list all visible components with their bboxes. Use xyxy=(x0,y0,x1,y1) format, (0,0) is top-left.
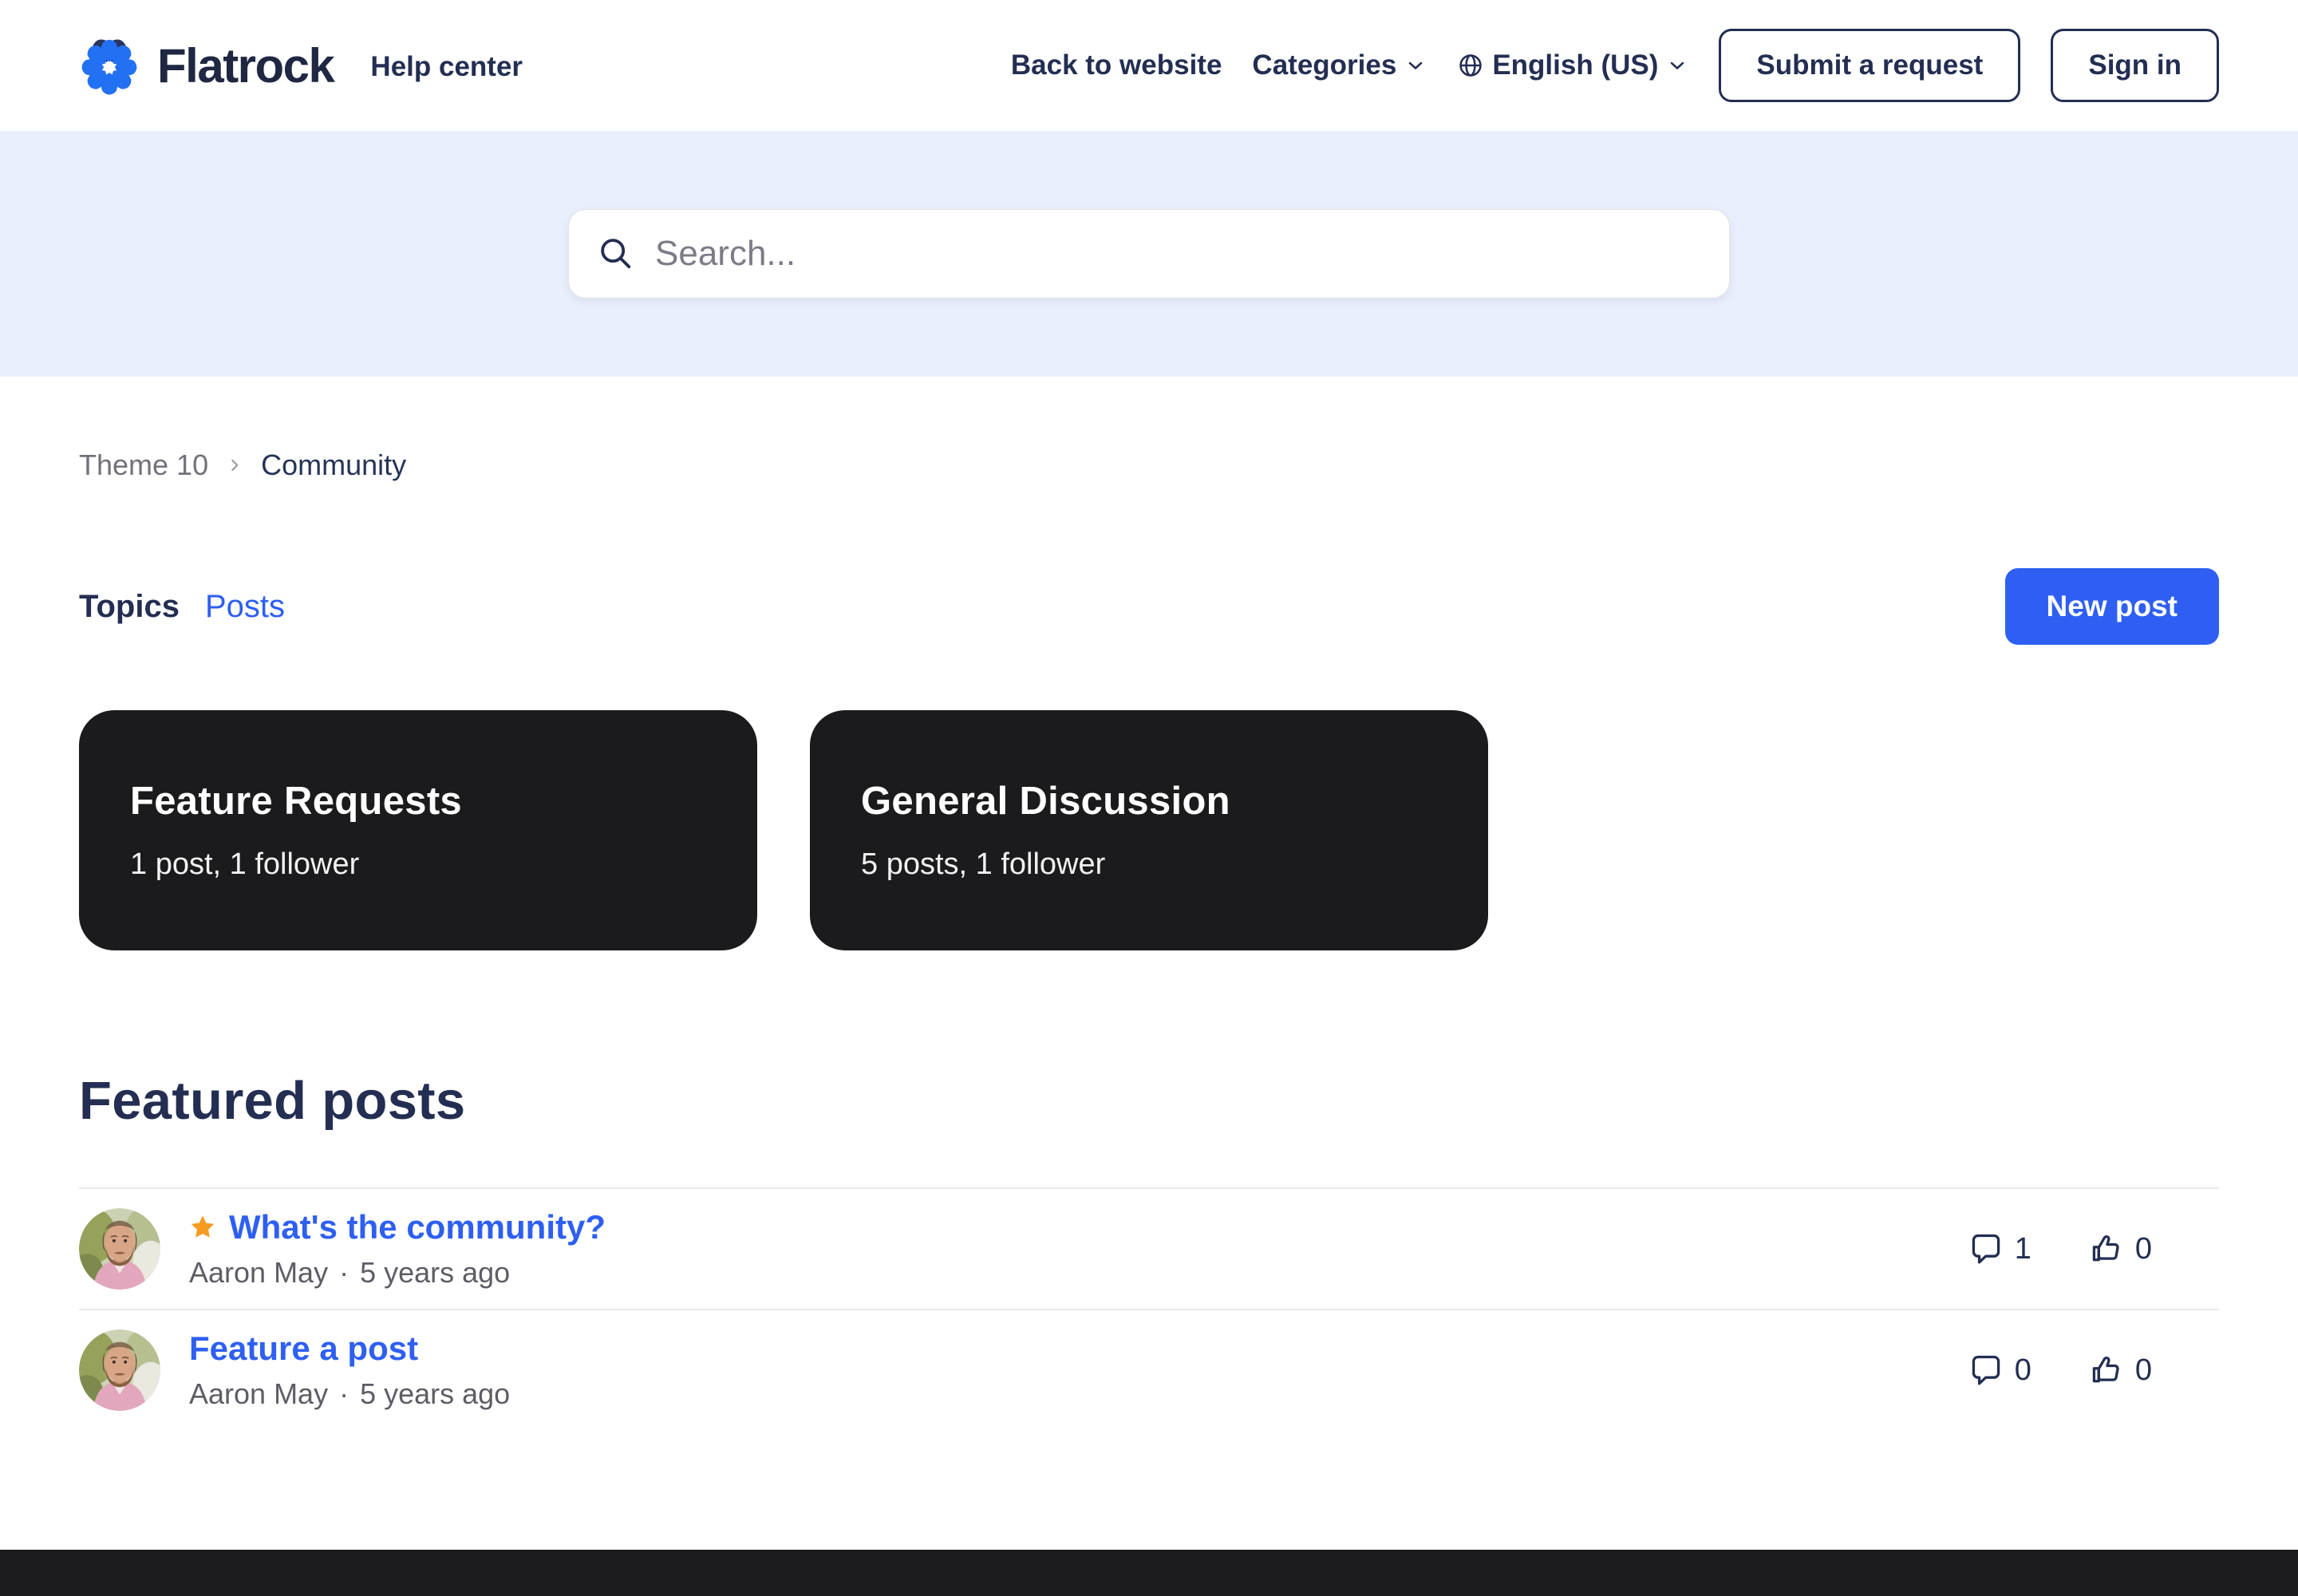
back-to-website-label: Back to website xyxy=(1011,49,1222,81)
post-row: What's the community? Aaron May · 5 year… xyxy=(79,1189,2219,1309)
categories-menu[interactable]: Categories xyxy=(1252,49,1427,81)
brand-logo-link[interactable]: Flatrock Help center xyxy=(79,35,523,96)
comment-count: 1 xyxy=(1968,1231,2031,1266)
language-menu[interactable]: English (US) xyxy=(1457,49,1688,81)
meta-separator: · xyxy=(339,1256,349,1290)
header-nav: Back to website Categories English (US) xyxy=(1011,29,2219,102)
globe-icon xyxy=(1457,52,1484,79)
post-title-link[interactable]: Feature a post xyxy=(189,1329,418,1368)
tab-topics[interactable]: Topics xyxy=(79,589,180,625)
avatar xyxy=(79,1329,160,1411)
thumbs-up-icon xyxy=(2089,1353,2124,1388)
breadcrumb-current: Community xyxy=(261,448,406,482)
categories-label: Categories xyxy=(1252,49,1396,81)
chevron-down-icon xyxy=(1666,54,1688,77)
post-row: Feature a post Aaron May · 5 years ago 0 xyxy=(79,1309,2219,1430)
featured-posts-heading: Featured posts xyxy=(79,1070,2219,1132)
help-center-label: Help center xyxy=(370,51,523,83)
breadcrumb: Theme 10 Community xyxy=(79,377,2219,482)
language-label: English (US) xyxy=(1492,49,1658,81)
topic-title: General Discussion xyxy=(861,779,1437,824)
vote-count: 0 xyxy=(2089,1231,2152,1266)
comment-icon xyxy=(1968,1231,2004,1266)
flatrock-logo-icon xyxy=(79,35,140,96)
topic-card-feature-requests[interactable]: Feature Requests 1 post, 1 follower xyxy=(79,710,757,950)
search-input[interactable] xyxy=(655,234,1700,274)
topics-grid: Feature Requests 1 post, 1 follower Gene… xyxy=(79,710,2219,950)
featured-star-icon xyxy=(189,1214,216,1241)
brand-name: Flatrock xyxy=(157,38,334,93)
thumbs-up-icon xyxy=(2089,1231,2124,1266)
topic-meta: 5 posts, 1 follower xyxy=(861,847,1437,882)
community-toolbar: Topics Posts New post xyxy=(79,568,2219,645)
search-box xyxy=(568,209,1730,298)
search-icon xyxy=(598,235,634,272)
topic-title: Feature Requests xyxy=(130,779,706,824)
post-title-link[interactable]: What's the community? xyxy=(229,1208,606,1246)
post-author: Aaron May xyxy=(189,1377,328,1411)
featured-posts-section: Featured posts xyxy=(79,950,2219,1430)
avatar xyxy=(79,1208,160,1290)
topic-card-general-discussion[interactable]: General Discussion 5 posts, 1 follower xyxy=(810,710,1488,950)
back-to-website-link[interactable]: Back to website xyxy=(1011,49,1222,81)
topic-meta: 1 post, 1 follower xyxy=(130,847,706,882)
new-post-button[interactable]: New post xyxy=(2005,568,2219,645)
sign-in-button[interactable]: Sign in xyxy=(2051,29,2219,102)
breadcrumb-parent-link[interactable]: Theme 10 xyxy=(79,448,208,482)
post-age: 5 years ago xyxy=(360,1256,510,1290)
post-age: 5 years ago xyxy=(360,1377,510,1411)
footer xyxy=(0,1550,2298,1596)
post-author: Aaron May xyxy=(189,1256,328,1290)
search-section xyxy=(0,131,2298,377)
post-list: What's the community? Aaron May · 5 year… xyxy=(79,1187,2219,1430)
chevron-right-icon xyxy=(224,455,245,476)
tab-posts[interactable]: Posts xyxy=(205,589,285,625)
header: Flatrock Help center Back to website Cat… xyxy=(0,0,2298,131)
submit-request-button[interactable]: Submit a request xyxy=(1719,29,2020,102)
comment-count: 0 xyxy=(1968,1353,2031,1388)
meta-separator: · xyxy=(339,1377,349,1411)
vote-count: 0 xyxy=(2089,1353,2152,1388)
comment-icon xyxy=(1968,1353,2004,1388)
chevron-down-icon xyxy=(1404,54,1427,77)
